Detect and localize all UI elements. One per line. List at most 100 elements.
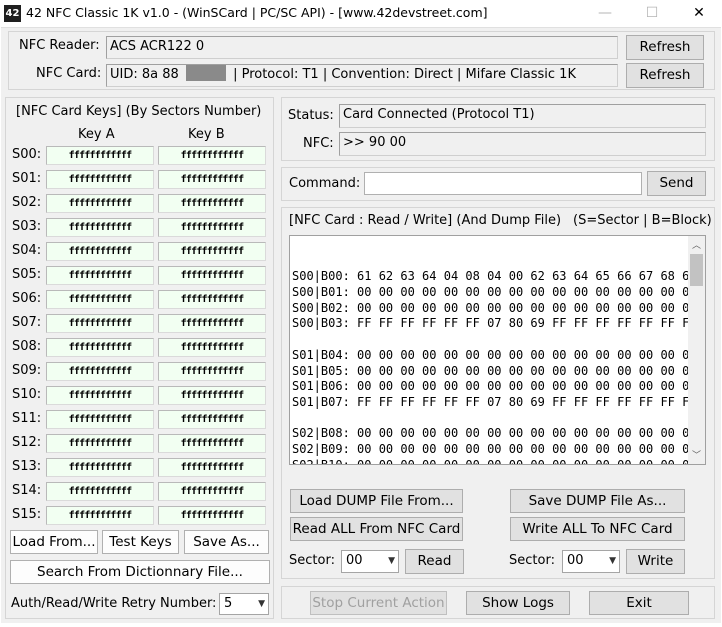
keys-header: [NFC Card Keys] (By Sectors Number)	[16, 104, 262, 119]
retry-number-label: Auth/Read/Write Retry Number:	[11, 596, 217, 611]
sector-label: S08:	[12, 339, 42, 354]
key-b-input[interactable]: ffffffffffff	[158, 290, 266, 309]
load-keys-button[interactable]: Load From...	[10, 530, 98, 554]
dump-line: S01|B05: 00 00 00 00 00 00 00 00 00 00 0…	[292, 363, 697, 378]
key-b-input[interactable]: ffffffffffff	[158, 458, 266, 477]
write-sector-button[interactable]: Write	[626, 549, 685, 574]
send-command-button[interactable]: Send	[647, 171, 706, 196]
load-dump-button[interactable]: Load DUMP File From...	[290, 489, 463, 513]
key-b-input[interactable]: ffffffffffff	[158, 506, 266, 525]
key-a-input[interactable]: ffffffffffff	[46, 290, 154, 309]
key-a-input[interactable]: ffffffffffff	[46, 218, 154, 237]
dump-line: S02|B08: 00 00 00 00 00 00 00 00 00 00 0…	[292, 426, 697, 441]
sector-label: S06:	[12, 291, 42, 306]
sector-label: S15:	[12, 507, 42, 522]
scrollbar-thumb[interactable]	[690, 254, 703, 286]
sector-label: S03:	[12, 219, 42, 234]
status-field: Card Connected (Protocol T1)	[339, 104, 706, 128]
key-a-input[interactable]: ffffffffffff	[46, 146, 154, 165]
key-b-input[interactable]: ffffffffffff	[158, 386, 266, 405]
chevron-down-icon: ▼	[258, 599, 265, 609]
key-a-input[interactable]: ffffffffffff	[46, 386, 154, 405]
key-b-input[interactable]: ffffffffffff	[158, 482, 266, 501]
key-a-input[interactable]: ffffffffffff	[46, 410, 154, 429]
search-dictionary-button[interactable]: Search From Dictionnary File...	[10, 560, 270, 584]
sector-label: S04:	[12, 243, 42, 258]
card-info-rest: | Protocol: T1 | Convention: Direct | Mi…	[233, 67, 576, 82]
sector-label: S14:	[12, 483, 42, 498]
key-b-input[interactable]: ffffffffffff	[158, 242, 266, 261]
dump-line: S02|B10: 00 00 00 00 00 00 00 00 00 00 0…	[292, 457, 697, 465]
refresh-reader-button[interactable]: Refresh	[626, 35, 704, 60]
key-a-input[interactable]: ffffffffffff	[46, 506, 154, 525]
key-b-input[interactable]: ffffffffffff	[158, 410, 266, 429]
dump-line: S01|B07: FF FF FF FF FF FF 07 80 69 FF F…	[292, 394, 697, 409]
command-label: Command:	[289, 176, 361, 191]
title-bar: 42 42 NFC Classic 1K v1.0 - (WinSCard | …	[0, 0, 722, 27]
key-b-input[interactable]: ffffffffffff	[158, 338, 266, 357]
key-a-input[interactable]: ffffffffffff	[46, 266, 154, 285]
scroll-down-icon[interactable]: ﹀	[692, 449, 701, 464]
key-a-input[interactable]: ffffffffffff	[46, 482, 154, 501]
dump-line	[292, 411, 705, 427]
test-keys-button[interactable]: Test Keys	[102, 530, 179, 554]
scroll-up-icon[interactable]: ︿	[692, 239, 701, 255]
key-a-input[interactable]: ffffffffffff	[46, 338, 154, 357]
key-a-input[interactable]: ffffffffffff	[46, 170, 154, 189]
read-sector-select[interactable]: 00 ▼	[341, 550, 399, 573]
key-b-input[interactable]: ffffffffffff	[158, 362, 266, 381]
maximize-button[interactable]: ☐	[629, 0, 675, 27]
sector-label: S05:	[12, 267, 42, 282]
nfc-reader-field: ACS ACR122 0	[106, 36, 618, 59]
card-uid-prefix: UID: 8a 88	[110, 67, 179, 82]
key-b-input[interactable]: ffffffffffff	[158, 266, 266, 285]
read-sector-label: Sector:	[289, 553, 335, 568]
app-icon: 42	[4, 5, 21, 22]
save-keys-button[interactable]: Save As...	[184, 530, 269, 554]
status-label: Status:	[288, 108, 334, 123]
dump-lines: S00|B00: 61 62 63 64 04 08 04 00 62 63 6…	[290, 267, 705, 465]
refresh-card-button[interactable]: Refresh	[626, 63, 704, 88]
stop-action-button[interactable]: Stop Current Action	[310, 591, 447, 615]
sector-label: S13:	[12, 459, 42, 474]
write-all-button[interactable]: Write ALL To NFC Card	[510, 517, 685, 541]
retry-number-select[interactable]: 5 ▼	[219, 593, 269, 615]
sector-label: S07:	[12, 315, 42, 330]
key-b-header: Key B	[188, 127, 225, 142]
minimize-button[interactable]: —	[582, 0, 628, 27]
key-a-input[interactable]: ffffffffffff	[46, 458, 154, 477]
close-button[interactable]: ✕	[676, 0, 722, 27]
read-all-button[interactable]: Read ALL From NFC Card	[290, 517, 463, 541]
read-sector-value: 00	[346, 553, 363, 568]
command-input[interactable]	[364, 172, 642, 195]
key-b-input[interactable]: ffffffffffff	[158, 434, 266, 453]
exit-button[interactable]: Exit	[589, 591, 689, 615]
dump-textarea[interactable]: S00|B00: 61 62 63 64 04 08 04 00 62 63 6…	[289, 235, 706, 465]
chevron-down-icon: ▼	[609, 556, 616, 566]
sector-label: S02:	[12, 195, 42, 210]
key-b-input[interactable]: ffffffffffff	[158, 146, 266, 165]
key-b-input[interactable]: ffffffffffff	[158, 314, 266, 333]
write-sector-select[interactable]: 00 ▼	[562, 550, 620, 573]
key-a-input[interactable]: ffffffffffff	[46, 194, 154, 213]
dump-line: S02|B09: 00 00 00 00 00 00 00 00 00 00 0…	[292, 441, 697, 456]
key-a-input[interactable]: ffffffffffff	[46, 434, 154, 453]
key-a-input[interactable]: ffffffffffff	[46, 314, 154, 333]
dump-line: S00|B00: 61 62 63 64 04 08 04 00 62 63 6…	[292, 269, 697, 284]
retry-number-value: 5	[224, 596, 233, 611]
dump-line: S01|B06: 00 00 00 00 00 00 00 00 00 00 0…	[292, 379, 697, 394]
key-b-input[interactable]: ffffffffffff	[158, 218, 266, 237]
dump-line: S00|B03: FF FF FF FF FF FF 07 80 69 FF F…	[292, 316, 697, 331]
key-a-input[interactable]: ffffffffffff	[46, 362, 154, 381]
write-sector-value: 00	[567, 553, 584, 568]
sector-label: S11:	[12, 411, 42, 426]
dump-line: S01|B04: 00 00 00 00 00 00 00 00 00 00 0…	[292, 347, 697, 362]
save-dump-button[interactable]: Save DUMP File As...	[510, 489, 685, 513]
read-sector-button[interactable]: Read	[405, 549, 464, 574]
key-b-input[interactable]: ffffffffffff	[158, 170, 266, 189]
sector-label: S12:	[12, 435, 42, 450]
show-logs-button[interactable]: Show Logs	[466, 591, 570, 615]
key-b-input[interactable]: ffffffffffff	[158, 194, 266, 213]
key-a-input[interactable]: ffffffffffff	[46, 242, 154, 261]
dump-scrollbar[interactable]: ︿ ﹀	[688, 236, 705, 464]
